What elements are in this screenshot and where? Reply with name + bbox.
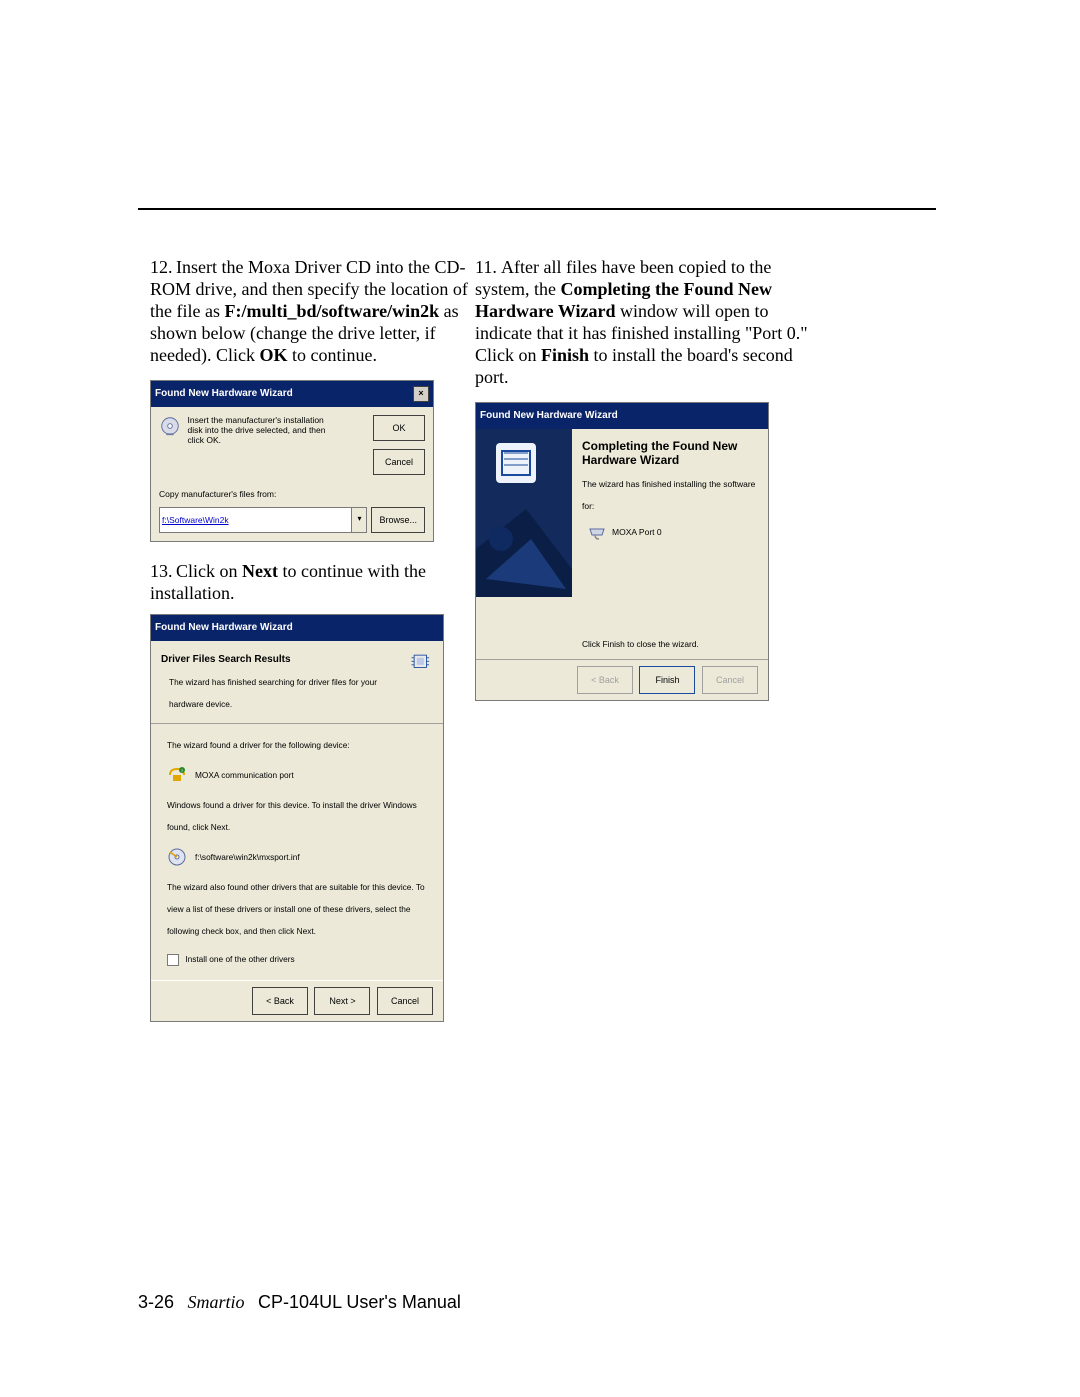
header-rule	[138, 208, 936, 210]
step-13-text: 13.Click on Next to continue with the in…	[150, 560, 470, 604]
window-title: Found New Hardware Wizard	[155, 617, 293, 639]
titlebar: Found New Hardware Wizard	[151, 615, 443, 641]
body-text: The wizard found a driver for the follow…	[167, 734, 427, 756]
wizard-subtitle: The wizard has finished installing the s…	[582, 473, 758, 517]
wizard-title: Completing the Found New Hardware Wizard	[582, 439, 758, 467]
wizard-subtitle: The wizard has finished searching for dr…	[169, 671, 408, 715]
document-page: 12.Insert the Moxa Driver CD into the CD…	[0, 0, 1080, 1397]
dialog-driver-results: Found New Hardware Wizard Driver Files S…	[150, 614, 444, 1022]
list-number: 13.	[150, 560, 176, 582]
device-name: MOXA communication port	[195, 764, 294, 786]
body-text: The wizard also found other drivers that…	[167, 876, 427, 942]
chip-icon	[408, 649, 433, 677]
serial-port-icon	[588, 523, 606, 541]
titlebar: Found New Hardware Wizard ×	[151, 381, 433, 407]
cancel-button[interactable]: Cancel	[373, 449, 425, 475]
book-title: Smartio	[188, 1292, 245, 1312]
window-title: Found New Hardware Wizard	[155, 383, 293, 405]
body-text: Windows found a driver for this device. …	[167, 794, 427, 838]
window-title: Found New Hardware Wizard	[480, 410, 618, 421]
list-number: 11.	[475, 256, 501, 278]
next-button[interactable]: Next >	[314, 987, 370, 1015]
dialog-completing-wizard: Found New Hardware Wizard	[475, 402, 769, 701]
wizard-body: The wizard found a driver for the follow…	[151, 724, 443, 980]
checkbox-other-drivers[interactable]	[167, 954, 179, 966]
dialog-body: Insert the manufacturer's installation d…	[151, 407, 433, 541]
checkbox-label: Install one of the other drivers	[185, 954, 294, 964]
list-number: 12.	[150, 256, 176, 278]
step-11-text: 11.After all files have been copied to t…	[475, 256, 825, 388]
wizard-header: Driver Files Search Results The wizard h…	[151, 641, 443, 724]
back-button-disabled: < Back	[577, 666, 633, 694]
device-port-icon: ?	[167, 765, 187, 785]
wizard-side-graphic	[476, 429, 572, 597]
port-name: MOXA Port 0	[612, 521, 662, 543]
page-number: 3-26	[138, 1292, 174, 1312]
finish-button[interactable]: Finish	[639, 666, 695, 694]
ok-button[interactable]: OK	[373, 415, 425, 441]
path-input[interactable]: f:\Software\Win2k	[159, 507, 352, 533]
close-icon[interactable]: ×	[413, 386, 429, 402]
dialog-insert-disk: Found New Hardware Wizard × Insert the m…	[150, 380, 434, 542]
back-button[interactable]: < Back	[252, 987, 308, 1015]
page-footer: 3-26 Smartio CP-104UL User's Manual	[138, 1292, 461, 1313]
copy-from-label: Copy manufacturer's files from:	[159, 483, 425, 505]
close-instruction: Click Finish to close the wizard.	[582, 633, 758, 655]
cd-disk-icon	[159, 415, 181, 437]
browse-button[interactable]: Browse...	[371, 507, 425, 533]
cancel-button[interactable]: Cancel	[377, 987, 433, 1015]
manual-title: CP-104UL User's Manual	[258, 1292, 461, 1312]
dialog-message: Insert the manufacturer's installation d…	[188, 415, 333, 445]
chevron-down-icon[interactable]: ▾	[352, 507, 367, 533]
left-column: 12.Insert the Moxa Driver CD into the CD…	[150, 256, 470, 1022]
wizard-main: Completing the Found New Hardware Wizard…	[572, 429, 768, 659]
wizard-footer: < Back Finish Cancel	[476, 659, 768, 700]
cancel-button-disabled: Cancel	[702, 666, 758, 694]
step-12-text: 12.Insert the Moxa Driver CD into the CD…	[150, 256, 470, 366]
titlebar: Found New Hardware Wizard	[476, 403, 768, 429]
inf-path: f:\software\win2k\mxsport.inf	[195, 846, 300, 868]
wizard-title: Driver Files Search Results	[161, 649, 408, 671]
right-column: 11.After all files have been copied to t…	[475, 256, 825, 701]
wizard-footer: < Back Next > Cancel	[151, 980, 443, 1021]
cd-inf-icon	[167, 847, 187, 867]
